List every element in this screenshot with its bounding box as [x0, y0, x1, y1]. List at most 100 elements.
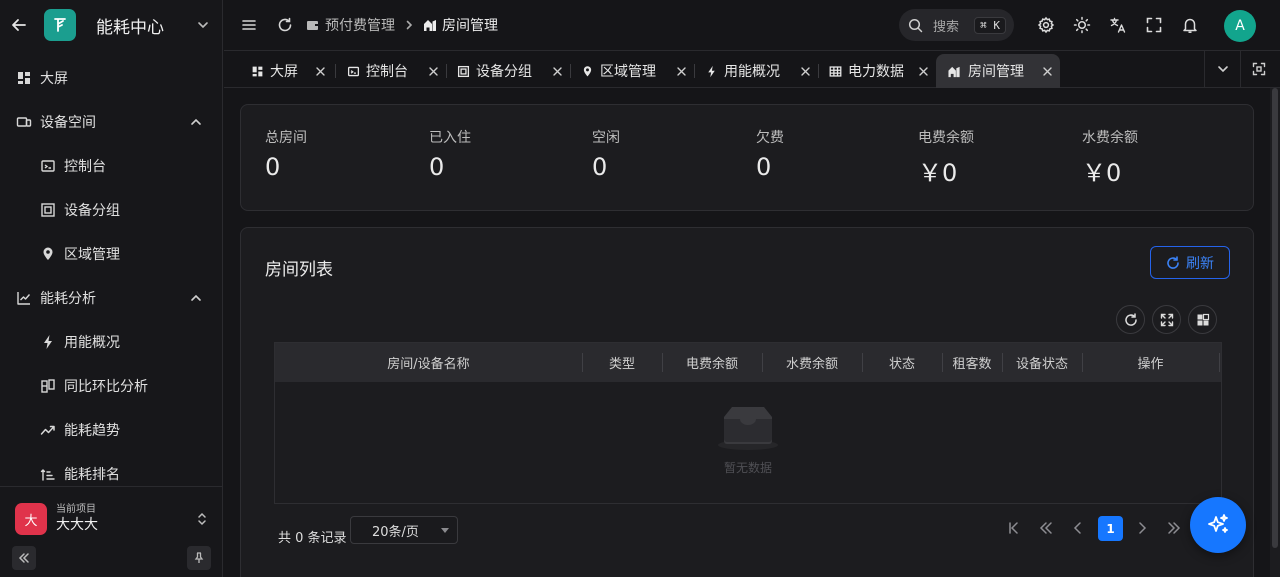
close-icon[interactable] [801, 67, 810, 76]
column-header-electric-balance[interactable]: 电费余额 [662, 343, 762, 382]
monitor-icon [16, 114, 32, 130]
close-icon[interactable] [1043, 67, 1052, 76]
room-list-card: 房间列表 刷新 房间/设备名称 类型 电费余额 水费余额 状态 租客数 设备状态… [240, 227, 1254, 577]
sidebar-item-energy-overview[interactable]: 用能概况 [0, 320, 222, 364]
collapse-sidebar-button[interactable] [12, 546, 36, 570]
sidebar-item-energy-analysis[interactable]: 能耗分析 [0, 276, 222, 320]
sidebar-item-area-management[interactable]: 区域管理 [0, 232, 222, 276]
reload-icon[interactable] [276, 16, 294, 34]
chevron-up-down-icon [196, 511, 208, 527]
table-fullscreen-button[interactable] [1152, 305, 1181, 334]
sidebar-nav: 大屏 设备空间 控制台 设备分组 区域管理 能耗分析 用能概况 同比环比分析 能… [0, 56, 222, 486]
stat-value: 0 [429, 153, 445, 181]
column-header-water-balance[interactable]: 水费余额 [762, 343, 862, 382]
tab-room-management[interactable]: 房间管理 [936, 54, 1060, 88]
stat-vacant: 空闲 0 [592, 127, 620, 181]
search-placeholder: 搜索 [933, 19, 960, 35]
settings-gear-icon[interactable] [1037, 16, 1055, 34]
ai-assistant-button[interactable] [1190, 497, 1246, 553]
refresh-button[interactable]: 刷新 [1150, 246, 1230, 279]
previous-page-icon[interactable] [1070, 520, 1086, 536]
table-columns-button[interactable] [1188, 305, 1217, 334]
close-icon[interactable] [316, 67, 325, 76]
expand-icon [1160, 313, 1173, 326]
top-header: 预付费管理 房间管理 搜索 ⌘ K A [224, 0, 1280, 50]
fullscreen-icon[interactable] [1145, 16, 1163, 34]
breadcrumb-item[interactable]: 预付费管理 [306, 15, 395, 35]
close-icon[interactable] [677, 67, 686, 76]
tab-label: 设备分组 [476, 64, 532, 80]
tab-energy-overview[interactable]: 用能概况 [694, 54, 818, 88]
sidebar-item-label: 设备分组 [64, 203, 120, 219]
tab-label: 用能概况 [724, 64, 780, 80]
table-header: 房间/设备名称 类型 电费余额 水费余额 状态 租客数 设备状态 操作 [275, 343, 1221, 382]
sidebar-item-energy-trend[interactable]: 能耗趋势 [0, 408, 222, 452]
back-arrow-icon[interactable] [10, 16, 28, 34]
stat-water-balance: 水费余额 ￥0 [1082, 127, 1138, 188]
sidebar-item-label: 区域管理 [64, 247, 120, 263]
tab-area-management[interactable]: 区域管理 [570, 54, 694, 88]
table-reload-button[interactable] [1116, 305, 1145, 334]
tab-console[interactable]: 控制台 [336, 54, 446, 88]
close-icon[interactable] [919, 67, 928, 76]
pin-icon [194, 552, 204, 563]
tab-dashboard[interactable]: 大屏 [240, 54, 333, 88]
breadcrumb: 预付费管理 房间管理 [306, 15, 498, 35]
column-header-room-name[interactable]: 房间/设备名称 [275, 343, 582, 382]
tab-dropdown-button[interactable] [1204, 51, 1240, 87]
project-avatar: 大 [15, 503, 47, 535]
tab-label: 控制台 [366, 64, 408, 80]
chevron-down-icon[interactable] [196, 18, 210, 32]
next-5-pages-icon[interactable] [1166, 520, 1182, 536]
sun-theme-icon[interactable] [1073, 16, 1091, 34]
refresh-icon [1166, 255, 1180, 270]
sidebar-item-label: 能耗趋势 [64, 423, 120, 439]
tab-power-data[interactable]: 电力数据 [818, 54, 936, 88]
menu-icon[interactable] [240, 16, 258, 34]
column-header-status[interactable]: 状态 [862, 343, 942, 382]
sidebar-item-label: 设备空间 [40, 115, 96, 131]
stat-electric-balance: 电费余额 ￥0 [918, 127, 974, 188]
page-scrollbar[interactable] [1270, 88, 1280, 577]
bell-icon[interactable] [1181, 16, 1199, 34]
tab-label: 区域管理 [600, 64, 656, 80]
translate-icon[interactable] [1109, 16, 1127, 34]
project-switcher[interactable]: 大 当前项目 大大大 [15, 502, 208, 536]
column-header-device-status[interactable]: 设备状态 [1002, 343, 1082, 382]
sidebar-item-energy-ranking[interactable]: 能耗排名 [0, 452, 222, 486]
stats-card: 总房间 0 已入住 0 空闲 0 欠费 0 电费余额 ￥0 水费余额 ￥0 [240, 104, 1254, 211]
next-page-icon[interactable] [1134, 520, 1150, 536]
building-icon [947, 65, 962, 78]
wallet-icon [306, 18, 320, 32]
previous-5-pages-icon[interactable] [1038, 520, 1054, 536]
sidebar-item-console[interactable]: 控制台 [0, 144, 222, 188]
double-chevron-left-icon [18, 553, 29, 563]
stat-value: 0 [592, 153, 608, 181]
table-empty-state: 暂无数据 [275, 382, 1221, 505]
project-text: 当前项目 大大大 [56, 504, 196, 534]
tab-bar: 大屏 控制台 设备分组 区域管理 用能概况 电力数据 房间管理 [224, 50, 1280, 88]
column-header-tenant-count[interactable]: 租客数 [942, 343, 1002, 382]
scrollbar-thumb[interactable] [1272, 88, 1278, 548]
first-page-icon[interactable] [1006, 520, 1022, 536]
empty-state-text: 暂无数据 [723, 461, 772, 475]
stat-label: 总房间 [265, 130, 307, 146]
sidebar-item-device-group[interactable]: 设备分组 [0, 188, 222, 232]
search-box[interactable]: 搜索 ⌘ K [899, 9, 1014, 41]
sidebar-item-comparison-analysis[interactable]: 同比环比分析 [0, 364, 222, 408]
chevron-up-icon [190, 116, 202, 128]
sidebar-item-dashboard[interactable]: 大屏 [0, 56, 222, 100]
sidebar-item-device-space[interactable]: 设备空间 [0, 100, 222, 144]
stat-label: 已入住 [429, 130, 471, 146]
rank-icon [40, 466, 56, 482]
tab-device-group[interactable]: 设备分组 [446, 54, 570, 88]
close-icon[interactable] [429, 67, 438, 76]
tab-maximize-button[interactable] [1240, 51, 1276, 87]
pin-sidebar-button[interactable] [187, 546, 211, 570]
reload-icon [1124, 312, 1137, 326]
column-header-type[interactable]: 类型 [582, 343, 662, 382]
user-avatar[interactable]: A [1224, 10, 1256, 42]
page-size-select[interactable]: 20条/页 [350, 516, 458, 544]
close-icon[interactable] [553, 67, 562, 76]
current-page-button[interactable]: 1 [1098, 516, 1123, 541]
